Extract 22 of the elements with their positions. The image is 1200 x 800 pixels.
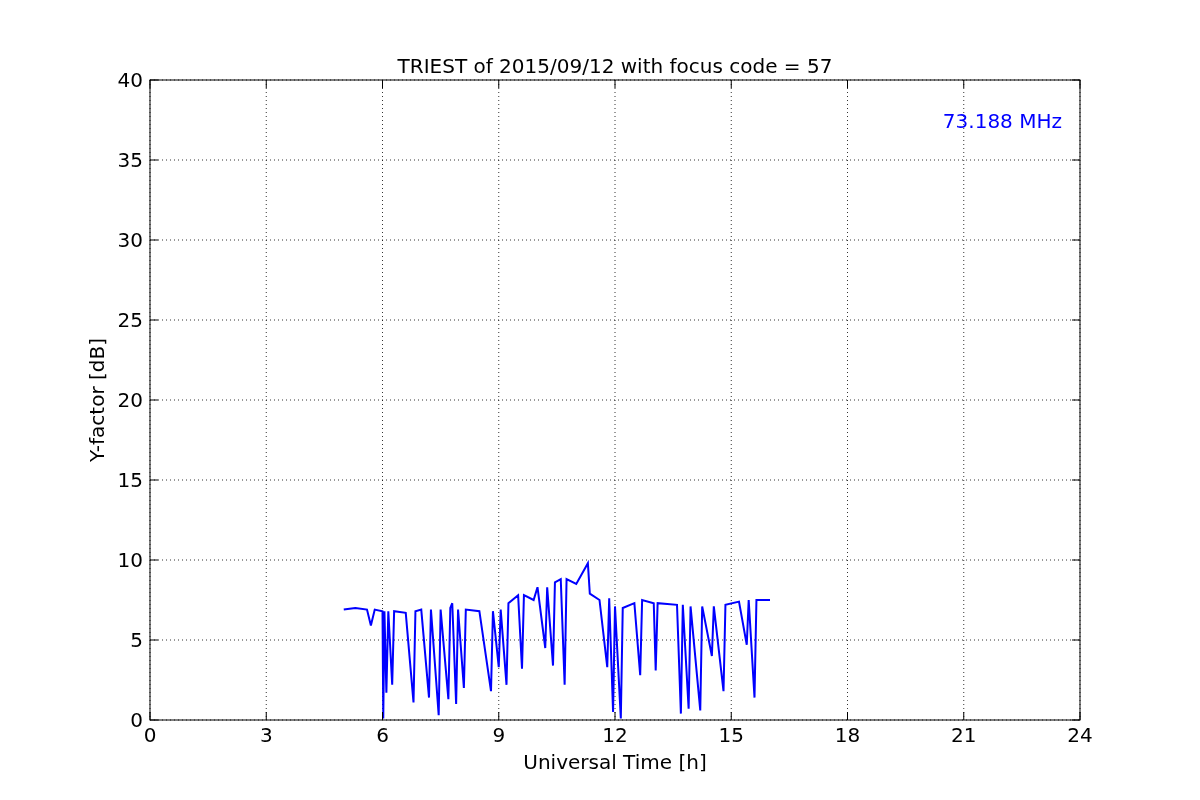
x-tick-label: 0 (143, 723, 157, 747)
y-tick-label: 25 (117, 308, 143, 332)
y-tick-label: 40 (117, 68, 143, 92)
y-tick-label: 35 (117, 148, 143, 172)
x-tick-label: 21 (951, 723, 977, 747)
x-tick-label: 18 (834, 723, 861, 747)
x-tick-label: 15 (718, 723, 744, 747)
y-tick-label: 15 (117, 468, 143, 492)
y-tick-label: 0 (130, 708, 143, 732)
x-tick-label: 12 (602, 723, 628, 747)
series-label: 73.188 MHz (942, 109, 1062, 133)
x-tick-label: 9 (492, 723, 506, 747)
y-tick-label: 5 (130, 628, 143, 652)
x-tick-label: 24 (1067, 723, 1093, 747)
y-tick-label: 30 (117, 228, 143, 252)
x-tick-label: 3 (259, 723, 273, 747)
x-axis-label: Universal Time [h] (523, 750, 707, 774)
y-tick-label: 10 (117, 548, 143, 572)
chart-title: TRIEST of 2015/09/12 with focus code = 57 (397, 54, 833, 78)
x-tick-label: 6 (376, 723, 389, 747)
y-axis-label: Y-factor [dB] (85, 338, 109, 462)
y-tick-label: 20 (117, 388, 143, 412)
